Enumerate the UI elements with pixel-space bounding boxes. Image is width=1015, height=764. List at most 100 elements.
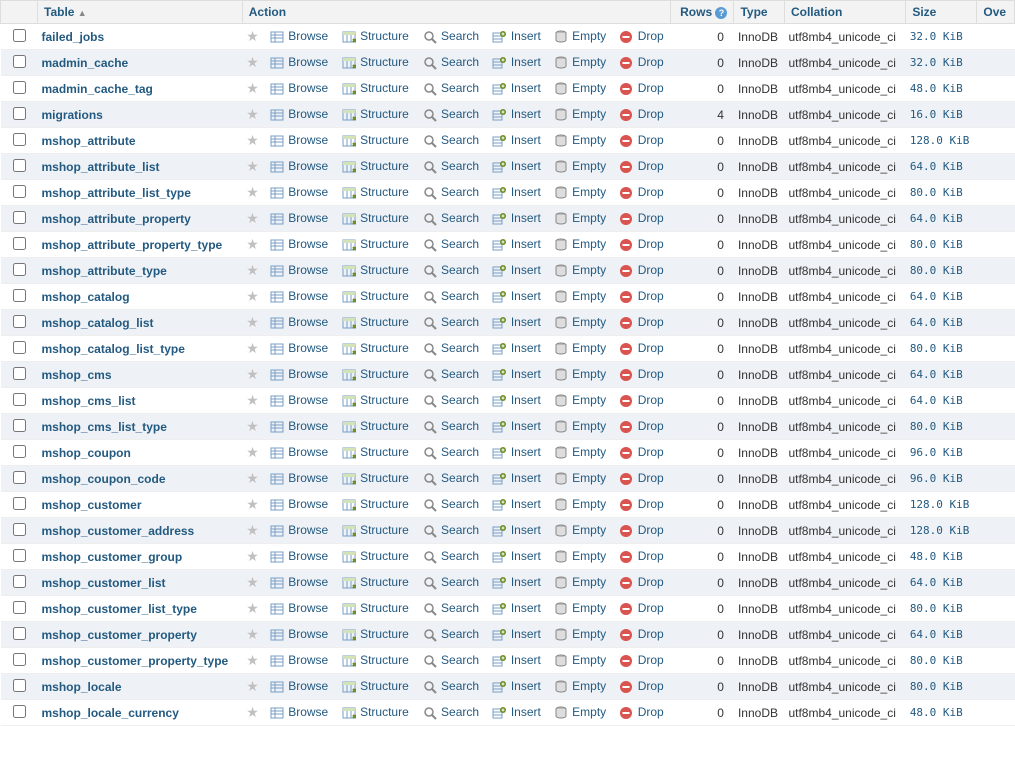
drop-action[interactable]: Drop xyxy=(619,81,663,95)
favorite-star-icon[interactable]: ★ xyxy=(246,210,259,226)
favorite-star-icon[interactable]: ★ xyxy=(246,262,259,278)
favorite-star-icon[interactable]: ★ xyxy=(246,652,259,668)
table-name-link[interactable]: mshop_customer_list_type xyxy=(42,602,197,616)
insert-action[interactable]: Insert xyxy=(492,211,540,225)
insert-action[interactable]: Insert xyxy=(492,653,540,667)
structure-action[interactable]: Structure xyxy=(342,523,409,537)
search-action[interactable]: Search xyxy=(423,81,479,95)
table-name-link[interactable]: mshop_customer_address xyxy=(42,524,195,538)
favorite-star-icon[interactable]: ★ xyxy=(246,626,259,642)
search-action[interactable]: Search xyxy=(423,55,479,69)
table-name-link[interactable]: mshop_customer_list xyxy=(42,576,166,590)
favorite-star-icon[interactable]: ★ xyxy=(246,340,259,356)
insert-action[interactable]: Insert xyxy=(492,289,540,303)
empty-action[interactable]: Empty xyxy=(554,705,606,719)
empty-action[interactable]: Empty xyxy=(554,341,606,355)
structure-action[interactable]: Structure xyxy=(342,367,409,381)
table-name-link[interactable]: madmin_cache xyxy=(42,56,129,70)
favorite-star-icon[interactable]: ★ xyxy=(246,366,259,382)
table-name-link[interactable]: migrations xyxy=(42,108,103,122)
structure-action[interactable]: Structure xyxy=(342,627,409,641)
insert-action[interactable]: Insert xyxy=(492,263,540,277)
browse-action[interactable]: Browse xyxy=(270,211,328,225)
favorite-star-icon[interactable]: ★ xyxy=(246,678,259,694)
empty-action[interactable]: Empty xyxy=(554,653,606,667)
browse-action[interactable]: Browse xyxy=(270,315,328,329)
browse-action[interactable]: Browse xyxy=(270,107,328,121)
empty-action[interactable]: Empty xyxy=(554,523,606,537)
overhead-header[interactable]: Ove xyxy=(977,1,1015,24)
search-action[interactable]: Search xyxy=(423,185,479,199)
search-action[interactable]: Search xyxy=(423,289,479,303)
structure-action[interactable]: Structure xyxy=(342,81,409,95)
favorite-star-icon[interactable]: ★ xyxy=(246,392,259,408)
insert-action[interactable]: Insert xyxy=(492,705,540,719)
empty-action[interactable]: Empty xyxy=(554,185,606,199)
favorite-star-icon[interactable]: ★ xyxy=(246,80,259,96)
row-checkbox[interactable] xyxy=(13,627,26,640)
search-action[interactable]: Search xyxy=(423,315,479,329)
browse-action[interactable]: Browse xyxy=(270,575,328,589)
favorite-star-icon[interactable]: ★ xyxy=(246,28,259,44)
empty-action[interactable]: Empty xyxy=(554,107,606,121)
drop-action[interactable]: Drop xyxy=(619,705,663,719)
drop-action[interactable]: Drop xyxy=(619,575,663,589)
table-name-link[interactable]: mshop_attribute_list_type xyxy=(42,186,191,200)
drop-action[interactable]: Drop xyxy=(619,133,663,147)
row-checkbox[interactable] xyxy=(13,653,26,666)
table-name-link[interactable]: mshop_catalog_list_type xyxy=(42,342,185,356)
insert-action[interactable]: Insert xyxy=(492,497,540,511)
structure-action[interactable]: Structure xyxy=(342,55,409,69)
structure-action[interactable]: Structure xyxy=(342,653,409,667)
browse-action[interactable]: Browse xyxy=(270,81,328,95)
empty-action[interactable]: Empty xyxy=(554,471,606,485)
table-name-link[interactable]: mshop_cms_list xyxy=(42,394,136,408)
favorite-star-icon[interactable]: ★ xyxy=(246,106,259,122)
empty-action[interactable]: Empty xyxy=(554,55,606,69)
structure-action[interactable]: Structure xyxy=(342,341,409,355)
search-action[interactable]: Search xyxy=(423,679,479,693)
table-name-link[interactable]: mshop_customer_property xyxy=(42,628,197,642)
structure-action[interactable]: Structure xyxy=(342,549,409,563)
empty-action[interactable]: Empty xyxy=(554,159,606,173)
empty-action[interactable]: Empty xyxy=(554,81,606,95)
favorite-star-icon[interactable]: ★ xyxy=(246,288,259,304)
insert-action[interactable]: Insert xyxy=(492,29,540,43)
table-name-link[interactable]: mshop_attribute_property xyxy=(42,212,191,226)
structure-action[interactable]: Structure xyxy=(342,315,409,329)
row-checkbox[interactable] xyxy=(13,315,26,328)
favorite-star-icon[interactable]: ★ xyxy=(246,158,259,174)
structure-action[interactable]: Structure xyxy=(342,471,409,485)
empty-action[interactable]: Empty xyxy=(554,549,606,563)
browse-action[interactable]: Browse xyxy=(270,341,328,355)
favorite-star-icon[interactable]: ★ xyxy=(246,470,259,486)
browse-action[interactable]: Browse xyxy=(270,471,328,485)
search-action[interactable]: Search xyxy=(423,445,479,459)
empty-action[interactable]: Empty xyxy=(554,29,606,43)
insert-action[interactable]: Insert xyxy=(492,315,540,329)
drop-action[interactable]: Drop xyxy=(619,55,663,69)
structure-action[interactable]: Structure xyxy=(342,263,409,277)
favorite-star-icon[interactable]: ★ xyxy=(246,444,259,460)
browse-action[interactable]: Browse xyxy=(270,393,328,407)
row-checkbox[interactable] xyxy=(13,289,26,302)
row-checkbox[interactable] xyxy=(13,133,26,146)
row-checkbox[interactable] xyxy=(13,497,26,510)
structure-action[interactable]: Structure xyxy=(342,393,409,407)
row-checkbox[interactable] xyxy=(13,55,26,68)
search-action[interactable]: Search xyxy=(423,159,479,173)
empty-action[interactable]: Empty xyxy=(554,445,606,459)
favorite-star-icon[interactable]: ★ xyxy=(246,236,259,252)
search-action[interactable]: Search xyxy=(423,107,479,121)
drop-action[interactable]: Drop xyxy=(619,289,663,303)
drop-action[interactable]: Drop xyxy=(619,367,663,381)
table-name-link[interactable]: mshop_cms_list_type xyxy=(42,420,167,434)
empty-action[interactable]: Empty xyxy=(554,315,606,329)
search-action[interactable]: Search xyxy=(423,497,479,511)
insert-action[interactable]: Insert xyxy=(492,471,540,485)
search-action[interactable]: Search xyxy=(423,211,479,225)
search-action[interactable]: Search xyxy=(423,367,479,381)
favorite-star-icon[interactable]: ★ xyxy=(246,418,259,434)
row-checkbox[interactable] xyxy=(13,705,26,718)
row-checkbox[interactable] xyxy=(13,601,26,614)
